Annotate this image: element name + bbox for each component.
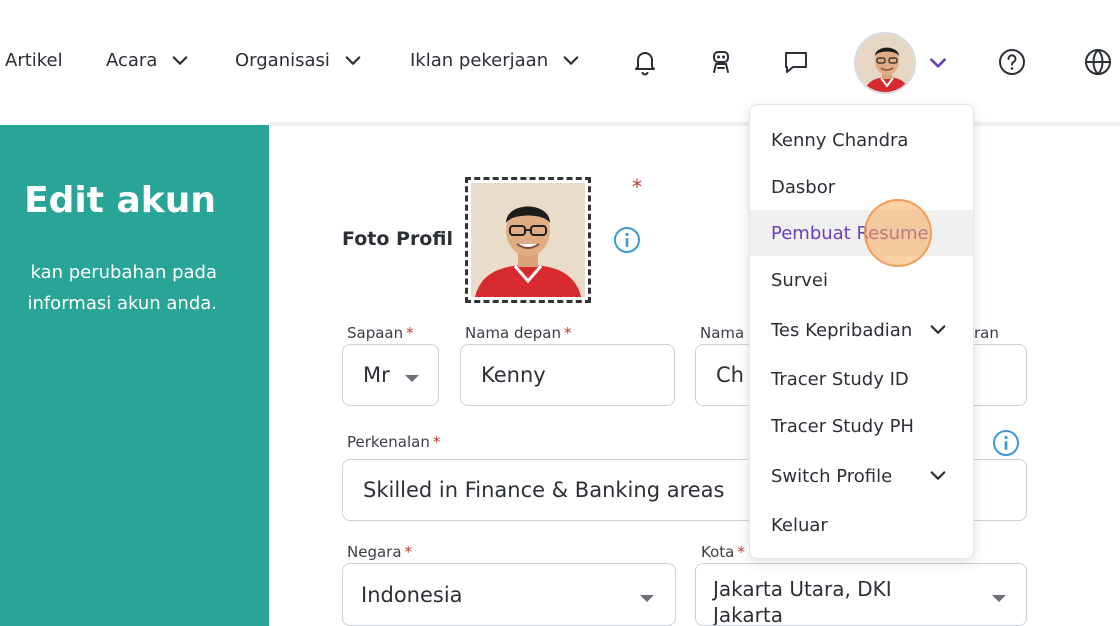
user-dropdown-menu: Kenny Chandra Dasbor Pembuat Resume Surv… <box>749 104 974 559</box>
chevron-down-icon <box>563 55 579 65</box>
menu-item-pembuat-resume[interactable]: Pembuat Resume <box>750 210 973 256</box>
nav-iklan-pekerjaan[interactable]: Iklan pekerjaan <box>410 50 580 71</box>
required-marker: * <box>563 324 572 342</box>
menu-item-label: Kenny Chandra <box>771 129 909 151</box>
page-description: kan perubahan pada informasi akun anda. <box>27 257 217 319</box>
user-avatar[interactable] <box>854 32 916 94</box>
country-value: Indonesia <box>361 582 463 607</box>
chevron-down-icon <box>172 55 188 65</box>
intro-label: Perkenalan * <box>347 433 440 451</box>
menu-item-survei[interactable]: Survei <box>750 257 973 303</box>
caret-down-icon <box>405 375 419 382</box>
menu-item-label: Tracer Study ID <box>771 368 909 390</box>
required-marker: * <box>406 324 414 342</box>
profile-photo-label: Foto Profil <box>342 228 453 250</box>
chevron-down-icon <box>930 471 946 480</box>
nav-acara-label: Acara <box>106 50 158 71</box>
nav-divider <box>270 122 1120 126</box>
city-label: Kota * <box>701 543 745 561</box>
info-icon[interactable] <box>992 429 1020 457</box>
page-title: Edit akun <box>24 180 216 221</box>
menu-item-label: Tracer Study PH <box>771 415 914 437</box>
nav-acara[interactable]: Acara <box>106 50 189 71</box>
city-value-line-2: Jakarta <box>713 603 783 626</box>
menu-item-tracer-study-ph[interactable]: Tracer Study PH <box>750 403 973 449</box>
notification-bell-icon[interactable] <box>627 44 663 80</box>
last-name-value: Ch <box>716 363 744 387</box>
country-select[interactable]: Indonesia <box>342 563 676 626</box>
menu-item-label: Pembuat Resume <box>771 222 929 244</box>
nav-artikel-label: Artikel <box>5 50 63 71</box>
chevron-down-icon[interactable] <box>927 52 949 74</box>
country-label-text: Negara <box>347 543 402 561</box>
salutation-select[interactable]: Mr <box>342 344 439 406</box>
left-info-panel: Edit akun kan perubahan pada informasi a… <box>0 125 269 626</box>
intro-label-text: Perkenalan <box>347 433 430 451</box>
first-name-input[interactable]: Kenny <box>460 344 675 406</box>
city-value: Jakarta Utara, DKI Jakarta <box>713 576 892 626</box>
menu-item-profile-name[interactable]: Kenny Chandra <box>750 117 973 163</box>
page-description-line-1: kan perubahan pada <box>30 262 217 283</box>
salutation-label-text: Sapaan <box>347 324 404 342</box>
info-icon[interactable] <box>613 226 641 254</box>
nav-organisasi[interactable]: Organisasi <box>235 50 362 71</box>
chevron-down-icon <box>345 55 361 65</box>
partial-field-label: ran <box>974 324 999 342</box>
first-name-label: Nama depan * <box>465 324 571 342</box>
chat-message-icon[interactable] <box>778 44 814 80</box>
robot-assistant-icon[interactable] <box>703 44 739 80</box>
city-label-text: Kota <box>701 543 735 561</box>
nav-artikel[interactable]: Artikel <box>5 50 63 71</box>
menu-item-label: Tes Kepribadian <box>771 319 913 341</box>
menu-item-tracer-study-id[interactable]: Tracer Study ID <box>750 356 973 402</box>
profile-photo <box>471 183 585 297</box>
country-label: Negara * <box>347 543 412 561</box>
city-select[interactable]: Jakarta Utara, DKI Jakarta <box>695 563 1027 626</box>
salutation-label: Sapaan * <box>347 324 414 342</box>
required-marker: * <box>432 433 441 451</box>
chevron-down-icon <box>930 325 946 334</box>
menu-item-label: Survei <box>771 269 828 291</box>
caret-down-icon <box>992 595 1006 602</box>
menu-item-tes-kepribadian[interactable]: Tes Kepribadian <box>750 307 973 353</box>
menu-item-dasbor[interactable]: Dasbor <box>750 164 973 210</box>
globe-language-icon[interactable] <box>1080 44 1116 80</box>
page-description-line-2: informasi akun anda. <box>27 293 217 314</box>
salutation-value: Mr <box>363 363 390 387</box>
required-marker: * <box>632 175 642 199</box>
menu-item-keluar[interactable]: Keluar <box>750 502 973 548</box>
last-name-label: Nama <box>700 324 745 342</box>
menu-item-label: Dasbor <box>771 176 836 198</box>
help-question-icon[interactable] <box>994 44 1030 80</box>
caret-down-icon <box>640 595 654 602</box>
menu-item-label: Keluar <box>771 514 828 536</box>
city-value-line-1: Jakarta Utara, DKI <box>713 577 892 601</box>
profile-photo-upload[interactable] <box>465 177 591 303</box>
intro-value: Skilled in Finance & Banking areas <box>363 478 725 502</box>
first-name-label-text: Nama depan <box>465 324 561 342</box>
menu-item-label: Switch Profile <box>771 465 893 487</box>
nav-iklan-pekerjaan-label: Iklan pekerjaan <box>410 50 549 71</box>
first-name-value: Kenny <box>481 363 546 387</box>
required-marker: * <box>404 543 413 561</box>
required-marker: * <box>737 543 745 561</box>
menu-item-switch-profile[interactable]: Switch Profile <box>750 453 973 499</box>
nav-organisasi-label: Organisasi <box>235 50 330 71</box>
